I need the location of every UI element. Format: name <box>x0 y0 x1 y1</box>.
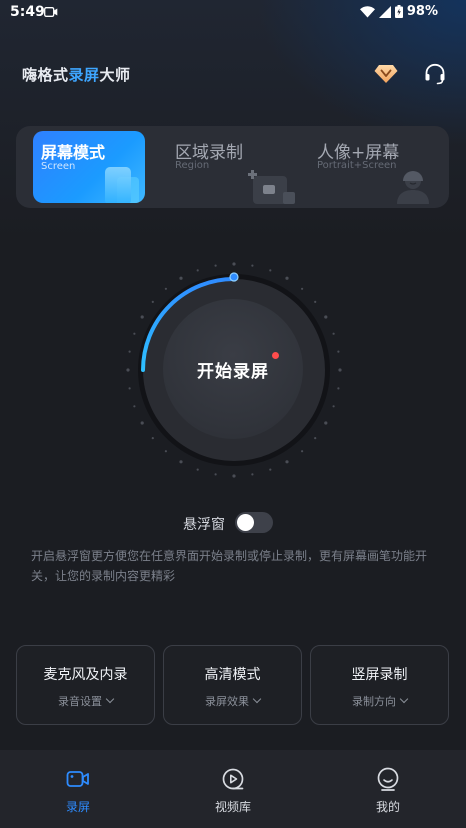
nav-tab-video-library[interactable]: 视频库 <box>193 750 273 828</box>
dial-tick <box>133 332 136 335</box>
dial-tick <box>251 473 254 476</box>
floating-window-label: 悬浮窗 <box>183 517 225 533</box>
mode-sublabel: Portrait+Screen <box>317 160 397 171</box>
card-title: 竖屏录制 <box>351 667 408 683</box>
card-subtitle-text: 录屏效果 <box>205 695 249 708</box>
nav-label: 视频库 <box>214 800 251 814</box>
profile-icon <box>377 767 399 791</box>
card-subtitle: 录音设置 <box>17 693 154 709</box>
dial-tick <box>251 264 254 267</box>
dial-tick <box>332 332 335 335</box>
mode-label: 屏幕模式 <box>41 143 106 162</box>
dial-tick <box>151 300 154 303</box>
dial-tick <box>285 276 289 280</box>
status-time: 5:49 <box>10 4 45 20</box>
dial-tick <box>179 276 183 280</box>
card-subtitle: 录屏效果 <box>164 693 301 709</box>
signal-icon <box>378 5 391 18</box>
record-indicator-dot <box>272 352 279 359</box>
wifi-icon <box>359 5 375 17</box>
mode-sublabel: Region <box>175 160 210 171</box>
dial-tick <box>196 468 199 471</box>
card-title: 麦克风及内录 <box>43 667 128 683</box>
hd-mode-card[interactable]: 高清模式 录屏效果 <box>163 645 302 725</box>
status-icons: 98% <box>359 4 438 19</box>
status-bar: 5:49 98% <box>0 0 466 28</box>
dial-tick <box>337 387 340 390</box>
bottom-navigation: 录屏 视频库 我的 <box>0 750 466 828</box>
dial-tick <box>140 421 144 425</box>
dial-tick <box>324 421 328 425</box>
dial-tick <box>128 350 131 353</box>
floating-window-description: 开启悬浮窗更方便您在任意界面开始录制或停止录制，更有屏幕画笔功能开关，让您的录制… <box>31 549 428 583</box>
portrait-record-card[interactable]: 竖屏录制 录制方向 <box>310 645 449 725</box>
card-title: 高清模式 <box>204 667 261 683</box>
dial-tick <box>269 269 272 272</box>
dial-tick <box>133 405 136 408</box>
dial-tick <box>332 405 335 408</box>
mode-tab-region[interactable]: 区域录制 Region <box>167 126 307 208</box>
nav-label: 录屏 <box>65 800 90 814</box>
app-title-part2: 录屏 <box>68 66 100 84</box>
battery-percent: 98% <box>406 4 438 19</box>
dial-tick <box>232 474 236 478</box>
dial-tick <box>164 287 167 290</box>
dial-tick <box>301 287 304 290</box>
dial-tick <box>128 387 131 390</box>
mode-tab-screen[interactable]: 屏幕模式 Screen <box>33 131 145 203</box>
app-title: 嗨格式录屏大师 <box>22 64 131 85</box>
dial-tick <box>140 315 144 319</box>
dial-tick <box>337 350 340 353</box>
dial-tick <box>324 315 328 319</box>
app-title-part3: 大师 <box>99 66 131 84</box>
chevron-down-icon <box>399 694 409 704</box>
start-record-label: 开始录屏 <box>197 361 269 382</box>
dial-tick <box>179 460 183 464</box>
phone-illustration <box>105 167 131 203</box>
floating-window-row: 悬浮窗 <box>0 512 466 534</box>
microphone-settings-card[interactable]: 麦克风及内录 录音设置 <box>16 645 155 725</box>
dial-tick <box>285 460 289 464</box>
dial-tick <box>164 450 167 453</box>
dial-tick <box>301 450 304 453</box>
dial-tick <box>151 437 154 440</box>
headset-support-icon[interactable] <box>423 62 447 86</box>
progress-knob <box>229 272 239 282</box>
mode-sublabel: Screen <box>41 161 76 172</box>
nav-tab-profile[interactable]: 我的 <box>348 750 428 828</box>
card-subtitle-text: 录音设置 <box>58 695 102 708</box>
dial-tick <box>196 269 199 272</box>
start-record-button[interactable]: 开始录屏 <box>163 299 303 439</box>
nav-tab-record[interactable]: 录屏 <box>38 750 118 828</box>
floating-window-toggle[interactable] <box>235 512 273 533</box>
card-subtitle-text: 录制方向 <box>352 695 396 708</box>
nav-label: 我的 <box>375 800 400 814</box>
card-subtitle: 录制方向 <box>311 693 448 709</box>
mode-selector: 屏幕模式 Screen 区域录制 Region 人像+屏幕 Portrait+S… <box>16 126 449 208</box>
dial-tick <box>126 368 130 372</box>
portrait-illustration-icon <box>397 171 429 204</box>
dial-tick <box>338 368 342 372</box>
chevron-down-icon <box>252 694 262 704</box>
dial-tick <box>269 468 272 471</box>
dial-tick <box>232 262 236 266</box>
dial-tick <box>214 264 217 267</box>
app-title-part1: 嗨格式 <box>22 66 69 84</box>
battery-icon <box>394 5 403 18</box>
toggle-knob <box>237 514 254 531</box>
dial-tick <box>314 437 317 440</box>
region-illustration-icon <box>248 170 295 204</box>
dial-tick <box>314 300 317 303</box>
dial-tick <box>214 473 217 476</box>
vip-diamond-icon[interactable] <box>374 64 398 84</box>
chevron-down-icon <box>105 694 115 704</box>
screen-record-status-icon <box>44 7 58 17</box>
mode-tab-portrait-screen[interactable]: 人像+屏幕 Portrait+Screen <box>309 126 449 208</box>
video-library-icon <box>222 768 244 790</box>
record-camera-icon <box>66 771 89 787</box>
